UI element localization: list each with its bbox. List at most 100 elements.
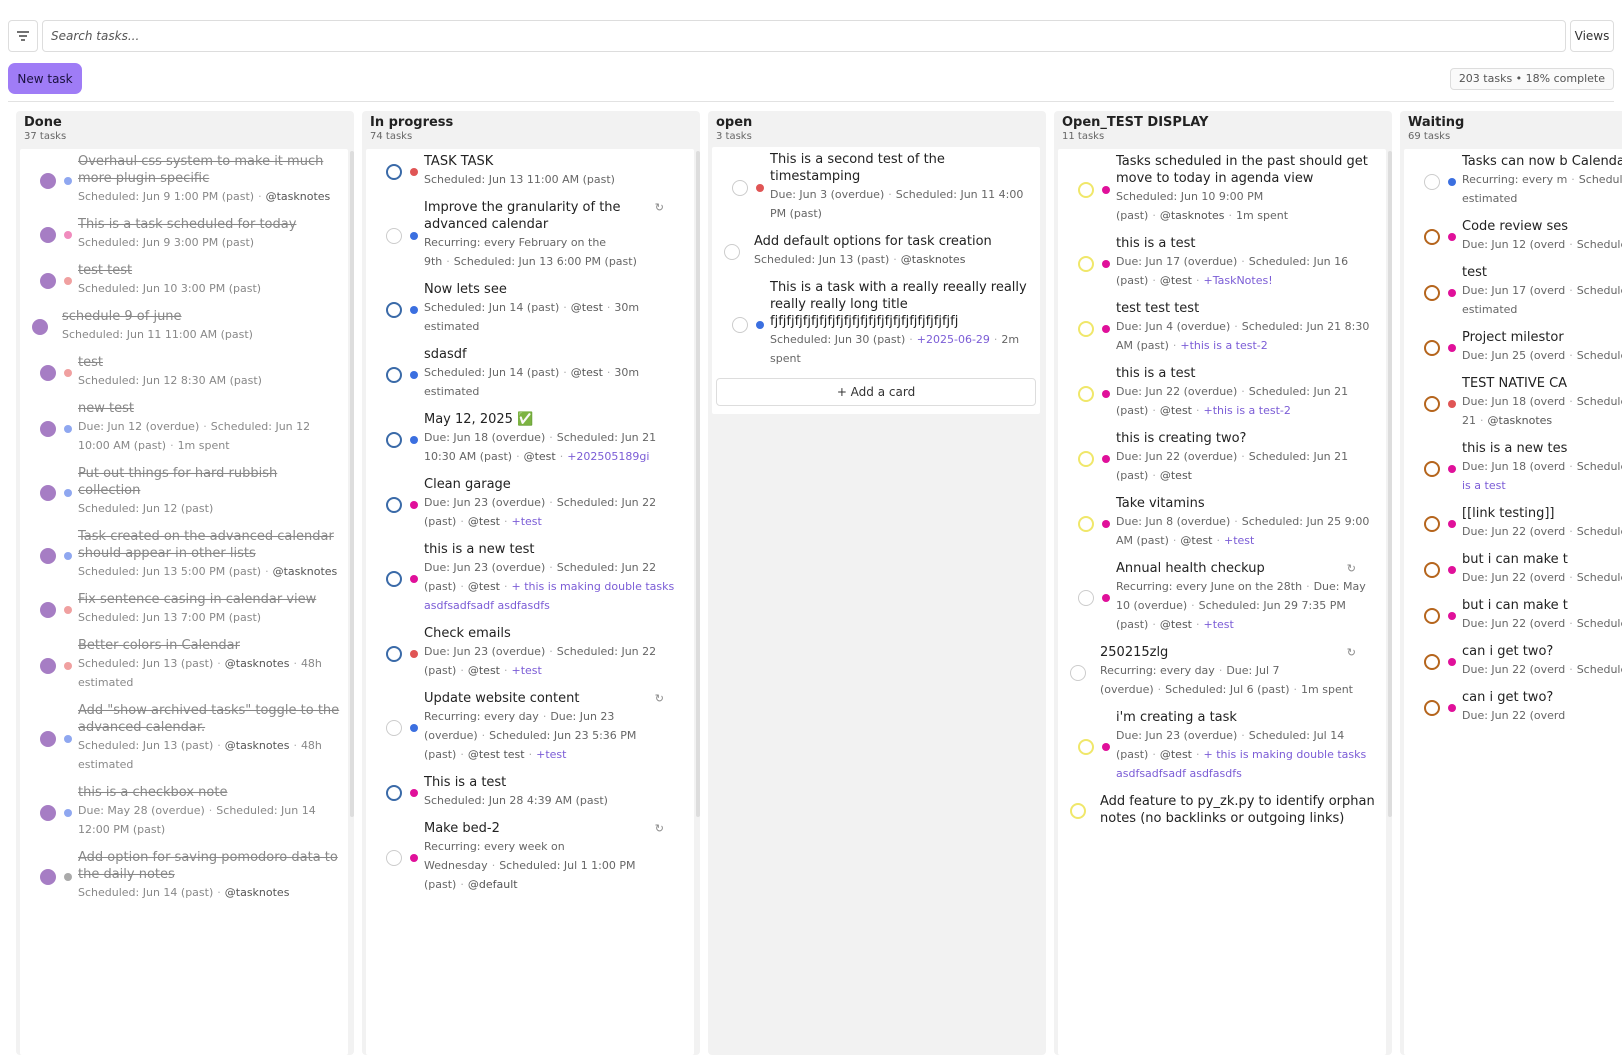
project-link[interactable]: +test	[1224, 534, 1254, 547]
add-card-button[interactable]: + Add a card	[716, 378, 1036, 406]
task-title[interactable]: Tasks can now b Calendar view!	[1462, 153, 1622, 170]
context-tag[interactable]: @test test	[468, 748, 525, 761]
status-toggle-icon[interactable]	[386, 850, 402, 866]
task-card[interactable]: test Scheduled: Jun 12 8:30 AM (past)	[20, 350, 348, 396]
task-title[interactable]: This is a task scheduled for today	[78, 216, 340, 233]
status-toggle-icon[interactable]	[1078, 182, 1094, 198]
task-card[interactable]: testDue: Jun 17 (overd·Scheduled: Jun 16…	[1404, 260, 1622, 325]
context-tag[interactable]: @test	[1160, 274, 1192, 287]
context-tag[interactable]: @test	[1160, 404, 1192, 417]
task-title[interactable]: Add "show archived tasks" toggle to the …	[78, 702, 340, 736]
context-tag[interactable]: @tasknotes	[901, 253, 966, 266]
task-title[interactable]: Update website content	[424, 690, 686, 707]
status-toggle-icon[interactable]	[1424, 654, 1440, 670]
task-title[interactable]: this is a new test	[424, 541, 686, 558]
context-tag[interactable]: @test	[1160, 748, 1192, 761]
status-toggle-icon[interactable]	[386, 366, 402, 383]
status-toggle-icon[interactable]	[40, 657, 56, 674]
task-title[interactable]: This is a test	[424, 774, 686, 791]
task-title[interactable]: Clean garage	[424, 476, 686, 493]
task-card[interactable]: ↻ Update website content Recurring: every …	[366, 686, 694, 770]
task-card[interactable]: Take vitamins Due: Jun 8 (overdue) · Schedu…	[1058, 491, 1386, 556]
column-header[interactable]: Done 37 tasks	[16, 111, 354, 147]
task-card[interactable]: Clean garage Due: Jun 23 (overdue) · Schedu…	[366, 472, 694, 537]
column-scrollbar[interactable]	[1388, 151, 1392, 817]
column-scrollbar[interactable]	[696, 151, 700, 817]
context-tag[interactable]: @test	[571, 301, 603, 314]
task-title[interactable]: This is a second test of the timestampin…	[770, 151, 1032, 185]
status-toggle-icon[interactable]	[1078, 739, 1094, 755]
task-title[interactable]: this is creating two?	[1116, 430, 1378, 447]
status-toggle-icon[interactable]	[40, 365, 56, 381]
task-title[interactable]: May 12, 2025 ✅	[424, 411, 686, 428]
project-link[interactable]: +test	[511, 664, 541, 677]
status-toggle-icon[interactable]	[40, 547, 56, 564]
task-card[interactable]: Check emails Due: Jun 23 (overdue) · Schedu…	[366, 621, 694, 686]
task-card[interactable]: Add option for saving pomodoro data to t…	[20, 845, 348, 908]
context-tag[interactable]: @test	[524, 450, 556, 463]
context-tag[interactable]: @tasknotes	[266, 190, 331, 203]
status-toggle-icon[interactable]	[386, 431, 402, 448]
task-title[interactable]: TASK TASK	[424, 153, 686, 170]
status-toggle-icon[interactable]	[40, 804, 56, 821]
task-card[interactable]: sdasdf Scheduled: Jun 14 (past) · @test · 30m…	[366, 342, 694, 407]
status-toggle-icon[interactable]	[1424, 562, 1440, 578]
task-title[interactable]: this is a new tes	[1462, 440, 1622, 457]
status-toggle-icon[interactable]	[1078, 515, 1094, 532]
status-toggle-icon[interactable]	[1424, 700, 1440, 716]
status-toggle-icon[interactable]	[386, 228, 402, 244]
context-tag[interactable]: @default	[468, 878, 518, 891]
column-header[interactable]: Waiting 69 tasks	[1400, 111, 1622, 147]
task-card[interactable]: ↻ Improve the granularity of the advanced…	[366, 195, 694, 277]
task-title[interactable]: [[link testing]]	[1462, 505, 1622, 522]
task-card[interactable]: Add "show archived tasks" toggle to the …	[20, 698, 348, 780]
task-title[interactable]: new test	[78, 400, 340, 417]
task-title[interactable]: Project milestor	[1462, 329, 1622, 346]
status-toggle-icon[interactable]	[40, 420, 56, 437]
status-toggle-icon[interactable]	[732, 316, 748, 333]
status-toggle-icon[interactable]	[40, 868, 56, 885]
task-card[interactable]: schedule 9 of june Scheduled: Jun 11 11:0…	[20, 304, 348, 350]
task-card[interactable]: Project milestor Due: Jun 25 (overd · Sched…	[1404, 325, 1622, 371]
task-title[interactable]: schedule 9 of june	[62, 308, 340, 325]
context-tag[interactable]: @tasknotes	[225, 657, 290, 670]
context-tag[interactable]: @test	[468, 515, 500, 528]
status-toggle-icon[interactable]	[1078, 320, 1094, 337]
project-link[interactable]: +TaskNotes!	[1203, 274, 1272, 287]
status-toggle-icon[interactable]	[1078, 255, 1094, 272]
status-toggle-icon[interactable]	[32, 319, 48, 335]
context-tag[interactable]: @tasknotes	[1160, 209, 1225, 222]
status-toggle-icon[interactable]	[1078, 385, 1094, 402]
context-tag[interactable]: @tasknotes	[1488, 414, 1553, 427]
task-card[interactable]: test test test Due: Jun 4 (overdue) · Sched…	[1058, 296, 1386, 361]
task-title[interactable]: Fix sentence casing in calendar view	[78, 591, 340, 608]
task-title[interactable]: Take vitamins	[1116, 495, 1378, 512]
task-title[interactable]: test test	[78, 262, 340, 279]
column-header[interactable]: Open_TEST DISPLAY 11 tasks	[1054, 111, 1392, 147]
new-task-button[interactable]: New task	[8, 63, 82, 94]
column-header[interactable]: In progress 74 tasks	[362, 111, 700, 147]
context-tag[interactable]: @test	[468, 664, 500, 677]
context-tag[interactable]: @test	[1160, 618, 1192, 631]
status-toggle-icon[interactable]	[386, 164, 402, 180]
task-title[interactable]: Annual health checkup	[1116, 560, 1378, 577]
task-card[interactable]: Overhaul css system to make it much more…	[20, 149, 348, 212]
task-title[interactable]: Now lets see	[424, 281, 686, 298]
task-card[interactable]: this is a test Due: Jun 17 (overdue) · Sche…	[1058, 231, 1386, 296]
task-card[interactable]: but i can make t Due: Jun 22 (overd · Sched…	[1404, 547, 1622, 593]
task-title[interactable]: Add feature to py_zk.py to identify orph…	[1100, 793, 1378, 827]
task-card[interactable]: This is a test Scheduled: Jun 28 4:39 AM …	[366, 770, 694, 816]
task-card[interactable]: this is a new tes Due: Jun 18 (overd · Sche…	[1404, 436, 1622, 501]
task-title[interactable]: test test test	[1116, 300, 1378, 317]
task-card[interactable]: TEST NATIVE CA Due: Jun 18 (overd · Schedul…	[1404, 371, 1622, 436]
project-link[interactable]: +this is a test-2	[1180, 339, 1267, 352]
task-title[interactable]: Check emails	[424, 625, 686, 642]
task-card[interactable]: Add default options for task creation Sch…	[712, 229, 1040, 275]
column-scrollbar[interactable]	[350, 151, 354, 817]
status-toggle-icon[interactable]	[1070, 803, 1086, 819]
views-button[interactable]: Views	[1570, 20, 1614, 52]
task-title[interactable]: but i can make t	[1462, 551, 1622, 568]
project-link[interactable]: +test	[536, 748, 566, 761]
task-title[interactable]: i'm creating a task	[1116, 709, 1378, 726]
task-title[interactable]: This is a task with a really reeally rea…	[770, 279, 1032, 330]
